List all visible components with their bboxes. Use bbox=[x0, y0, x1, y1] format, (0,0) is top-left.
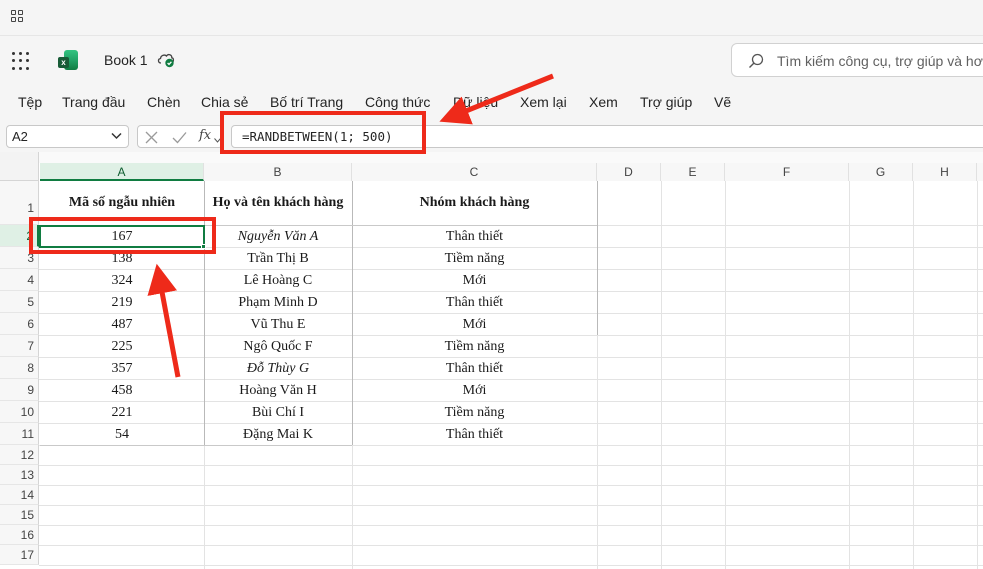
annotation-arrows bbox=[147, 73, 554, 378]
arrow-to-cell bbox=[147, 263, 181, 378]
arrow-to-formula bbox=[439, 73, 554, 125]
